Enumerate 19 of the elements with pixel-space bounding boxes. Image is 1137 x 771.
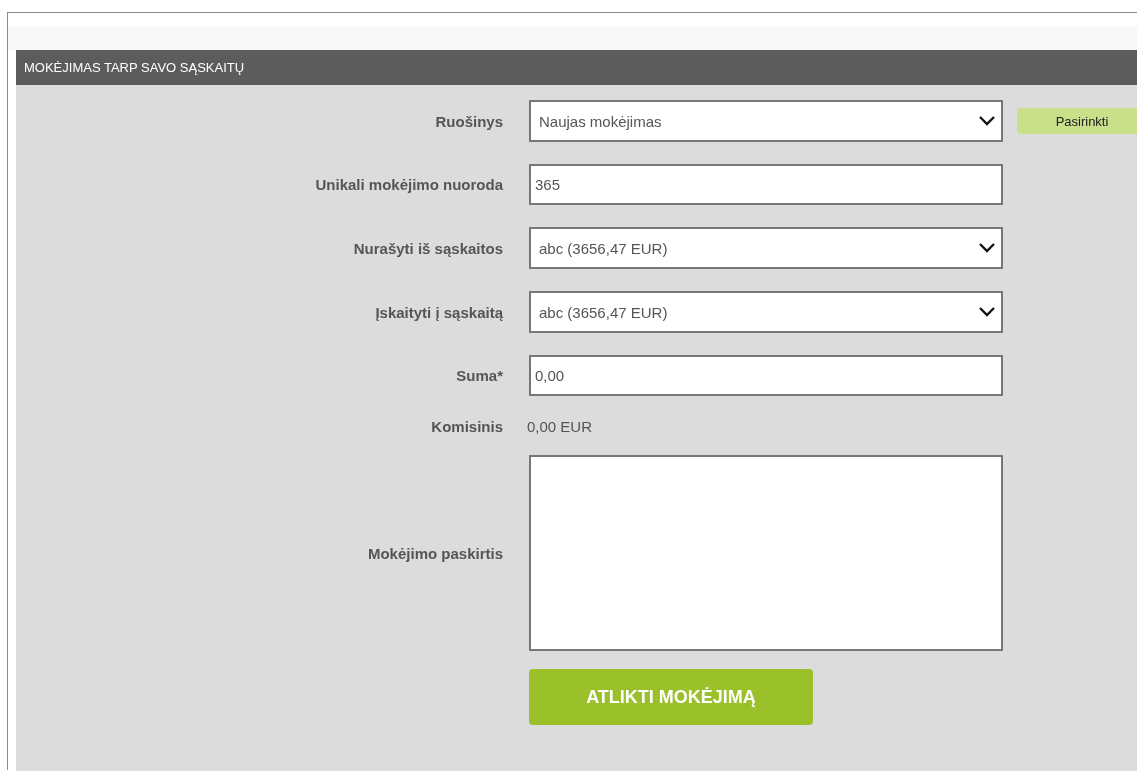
field-label: Įskaityti į sąskaitą [375,303,503,321]
field-label: Komisinis [431,418,503,435]
dropdown[interactable]: Naujas mokėjimas [529,100,1003,142]
dropdown[interactable]: abc (3656,47 EUR) [529,291,1003,333]
field-label: Suma* [456,367,503,384]
fee-value: 0,00 EUR [527,418,593,435]
field-label: Unikali mokėjimo nuoroda [315,176,503,193]
chevron-down-icon [979,243,995,253]
chevron-down-icon [979,307,995,317]
field-label: Mokėjimo paskirtis [367,544,503,562]
choose-button[interactable]: Pasirinkti [1017,108,1137,134]
field-label: Ruošinys [435,112,503,130]
text-area[interactable] [529,455,1003,651]
input-field[interactable]: 365 [529,164,1003,205]
dropdown[interactable]: abc (3656,47 EUR) [529,227,1003,269]
panel-title: MOKĖJIMAS TARP SAVO SĄSKAITŲ [16,50,1137,85]
chevron-down-icon [979,116,995,126]
input-field[interactable]: 0,00 [529,355,1003,396]
field-label: Nurašyti iš sąskaitos [353,239,503,257]
